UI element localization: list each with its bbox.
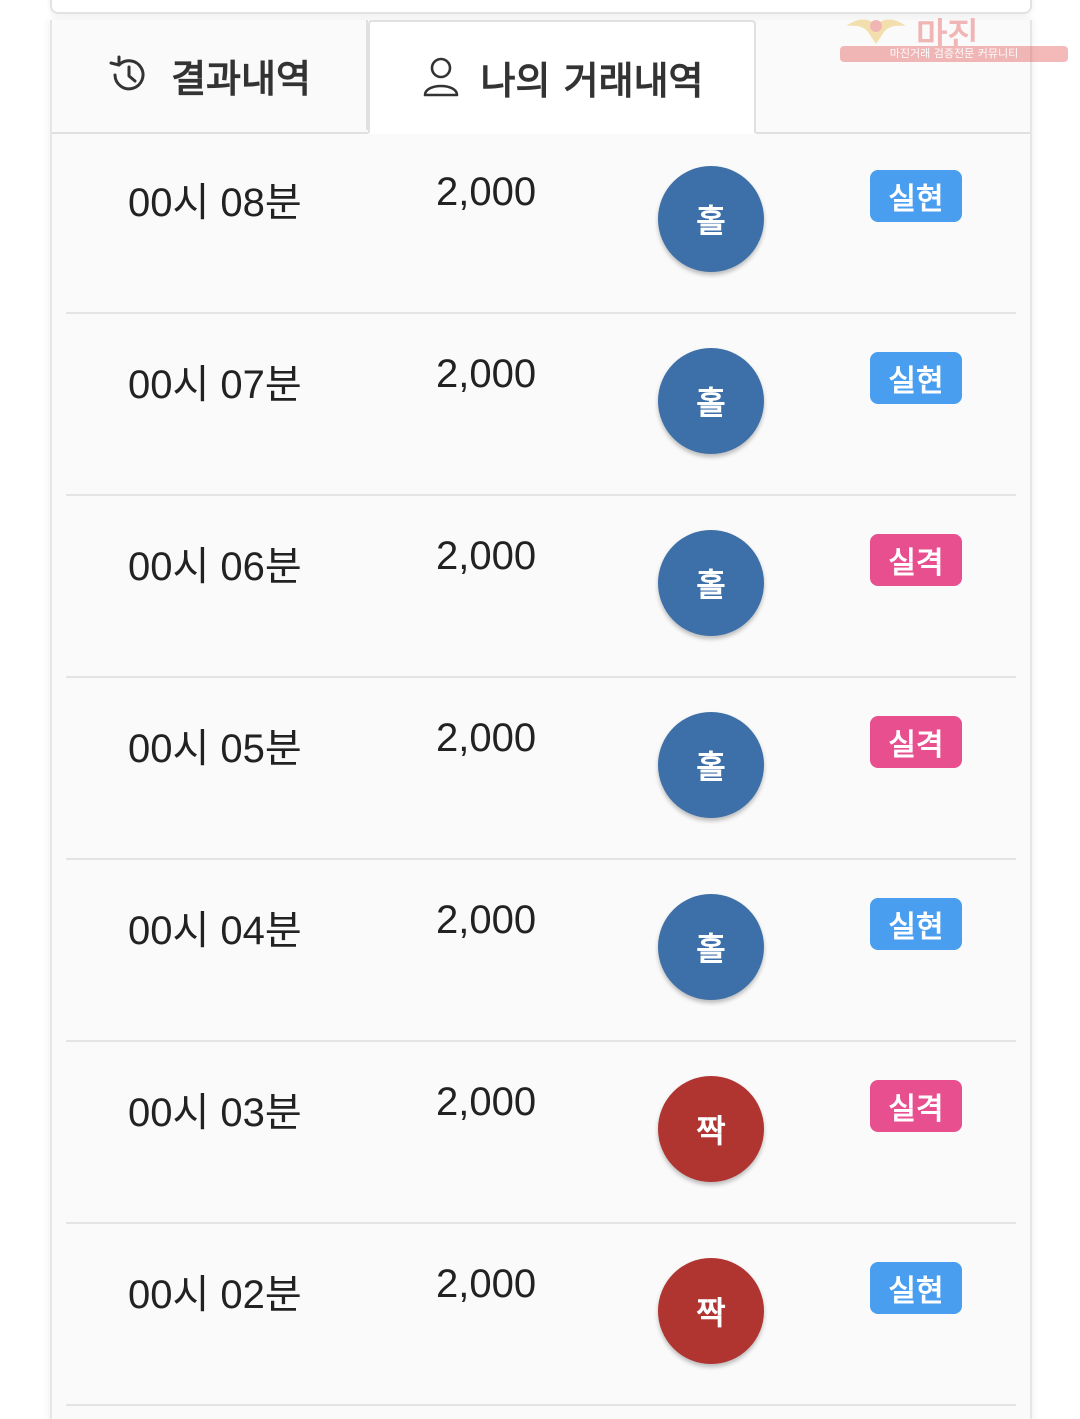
result-badge: 실현 <box>870 170 962 222</box>
table-row: 00시 07분 2,000 홀 실현 <box>66 314 1016 496</box>
eagle-logo-icon <box>846 19 906 44</box>
table-row: 00시 06분 2,000 홀 실격 <box>66 496 1016 678</box>
tab-my-trades[interactable]: 나의 거래내역 <box>368 20 756 134</box>
result-badge: 실격 <box>870 1080 962 1132</box>
pick-ball-odd: 홀 <box>658 166 764 272</box>
trade-amount: 2,000 <box>436 898 537 942</box>
result-badge: 실현 <box>870 898 962 950</box>
trade-amount: 2,000 <box>436 170 537 214</box>
result-badge: 실격 <box>870 534 962 586</box>
watermark: 마진 마진거래 검증전문 커뮤니티 <box>836 8 1072 64</box>
result-badge: 실현 <box>870 352 962 404</box>
pick-ball-even: 짝 <box>658 1258 764 1364</box>
trade-time: 00시 05분 <box>128 727 302 771</box>
trade-amount: 2,000 <box>436 352 537 396</box>
tab-label: 나의 거래내역 <box>480 58 704 103</box>
trade-amount: 2,000 <box>436 1080 537 1124</box>
trade-amount: 2,000 <box>436 534 537 578</box>
trade-time: 00시 04분 <box>128 909 302 953</box>
history-panel: 결과내역 나의 거래내역 00시 08분 2,000 홀 실현 00시 07분 … <box>50 20 1032 1419</box>
trade-time: 00시 02분 <box>128 1273 302 1317</box>
table-row: 00시 08분 2,000 홀 실현 <box>66 132 1016 314</box>
history-icon <box>107 53 151 97</box>
trade-time: 00시 06분 <box>128 545 302 589</box>
pick-ball-even: 짝 <box>658 1076 764 1182</box>
result-badge: 실현 <box>870 1262 962 1314</box>
user-icon <box>421 55 461 99</box>
pick-ball-odd: 홀 <box>658 712 764 818</box>
pick-ball-odd: 홀 <box>658 348 764 454</box>
page: 결과내역 나의 거래내역 00시 08분 2,000 홀 실현 00시 07분 … <box>0 0 1080 1419</box>
trade-time: 00시 07분 <box>128 363 302 407</box>
table-row: 00시 02분 2,000 짝 실현 <box>66 1224 1016 1406</box>
result-badge: 실격 <box>870 716 962 768</box>
table-row: 00시 04분 2,000 홀 실현 <box>66 860 1016 1042</box>
tab-label: 결과내역 <box>171 56 311 101</box>
watermark-subtitle: 마진거래 검증전문 커뮤니티 <box>840 46 1068 62</box>
trade-time: 00시 08분 <box>128 181 302 225</box>
pick-ball-odd: 홀 <box>658 530 764 636</box>
table-row: 00시 05분 2,000 홀 실격 <box>66 678 1016 860</box>
trade-list: 00시 08분 2,000 홀 실현 00시 07분 2,000 홀 실현 00… <box>52 132 1030 1406</box>
pick-ball-odd: 홀 <box>658 894 764 1000</box>
trade-amount: 2,000 <box>436 1262 537 1306</box>
table-row: 00시 03분 2,000 짝 실격 <box>66 1042 1016 1224</box>
tab-result-history[interactable]: 결과내역 <box>52 20 368 130</box>
trade-time: 00시 03분 <box>128 1091 302 1135</box>
trade-amount: 2,000 <box>436 716 537 760</box>
